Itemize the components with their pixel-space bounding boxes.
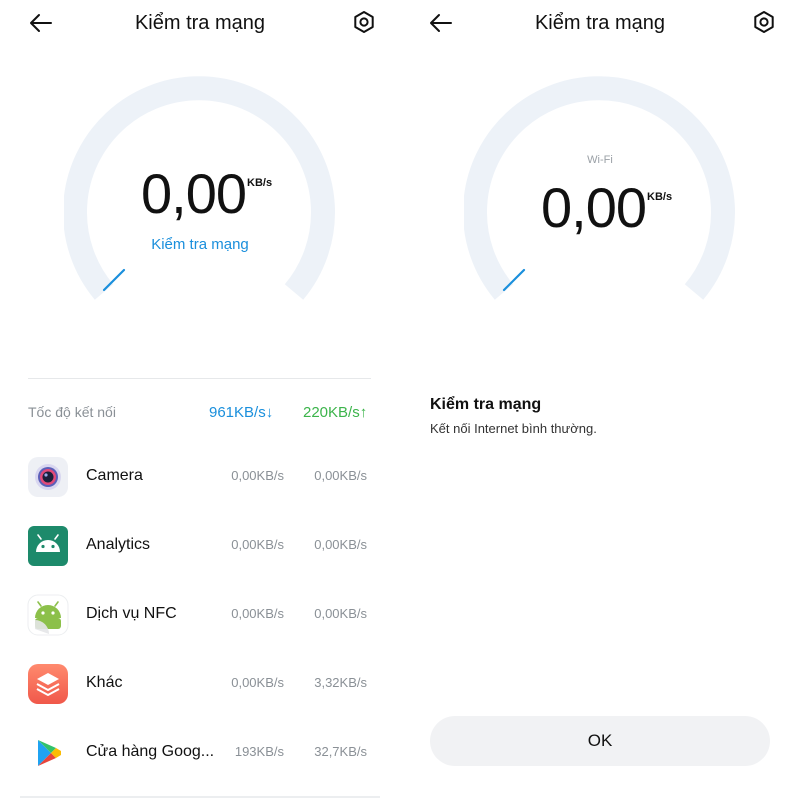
speed-value: 0,00 bbox=[541, 176, 647, 239]
nfc-service-icon bbox=[27, 594, 69, 636]
app-upload: 32,7KB/s bbox=[314, 744, 367, 759]
app-upload: 0,00KB/s bbox=[314, 468, 367, 483]
app-row[interactable]: Dịch vụ NFC 0,00KB/s 0,00KB/s bbox=[0, 586, 400, 646]
divider bbox=[28, 378, 371, 379]
play-store-icon bbox=[27, 732, 69, 774]
app-download: 193KB/s bbox=[234, 744, 284, 759]
page-title: Kiểm tra mạng bbox=[134, 12, 266, 34]
app-row[interactable]: Cửa hàng Goog... 193KB/s 32,7KB/s bbox=[0, 724, 400, 784]
app-name: Khác bbox=[86, 674, 123, 691]
app-download: 0,00KB/s bbox=[231, 675, 284, 690]
check-network-link[interactable]: Kiểm tra mạng bbox=[0, 236, 400, 253]
ok-button[interactable]: OK bbox=[430, 716, 770, 766]
network-type-label: Wi-Fi bbox=[587, 154, 613, 166]
up-arrow-icon: ↑ bbox=[359, 404, 368, 421]
app-row[interactable]: Analytics 0,00KB/s 0,00KB/s bbox=[0, 517, 400, 577]
speed-test-screen: Kiểm tra mạng 0,00 KB/s Kiểm tra mạng Tố… bbox=[0, 0, 400, 800]
result-title: Kiểm tra mạng bbox=[430, 396, 542, 413]
down-arrow-icon: ↓ bbox=[265, 404, 274, 421]
app-row[interactable]: Camera 0,00KB/s 0,00KB/s bbox=[0, 448, 400, 508]
app-name: Analytics bbox=[86, 536, 151, 553]
app-name: Cửa hàng Goog... bbox=[86, 743, 215, 760]
layers-icon bbox=[27, 663, 69, 705]
network-result-screen: Kiểm tra mạng Wi-Fi 0,00 KB/s Kiểm tra m… bbox=[400, 0, 800, 800]
android-icon bbox=[27, 525, 69, 567]
app-download: 0,00KB/s bbox=[231, 468, 284, 483]
page-title: Kiểm tra mạng bbox=[534, 12, 666, 34]
result-description: Kết nối Internet bình thường. bbox=[430, 421, 597, 436]
camera-icon bbox=[27, 456, 69, 498]
speed-value: 0,00 bbox=[141, 162, 247, 225]
speed-unit: KB/s bbox=[247, 177, 273, 189]
app-upload: 0,00KB/s bbox=[314, 537, 367, 552]
app-upload: 3,32KB/s bbox=[314, 675, 367, 690]
settings-gear-icon[interactable] bbox=[752, 10, 776, 34]
speed-unit: KB/s bbox=[647, 191, 673, 203]
app-row[interactable]: Khác 0,00KB/s 3,32KB/s bbox=[0, 655, 400, 715]
app-upload: 0,00KB/s bbox=[314, 606, 367, 621]
app-name: Dịch vụ NFC bbox=[86, 605, 177, 622]
settings-gear-icon[interactable] bbox=[352, 10, 376, 34]
download-speed: 961KB/s↓ bbox=[209, 404, 274, 421]
app-name: Camera bbox=[86, 467, 143, 484]
list-bottom-divider bbox=[20, 796, 380, 798]
app-download: 0,00KB/s bbox=[231, 537, 284, 552]
app-download: 0,00KB/s bbox=[231, 606, 284, 621]
upload-speed: 220KB/s↑ bbox=[303, 404, 368, 421]
connection-speed-label: Tốc độ kết nối bbox=[28, 404, 116, 420]
